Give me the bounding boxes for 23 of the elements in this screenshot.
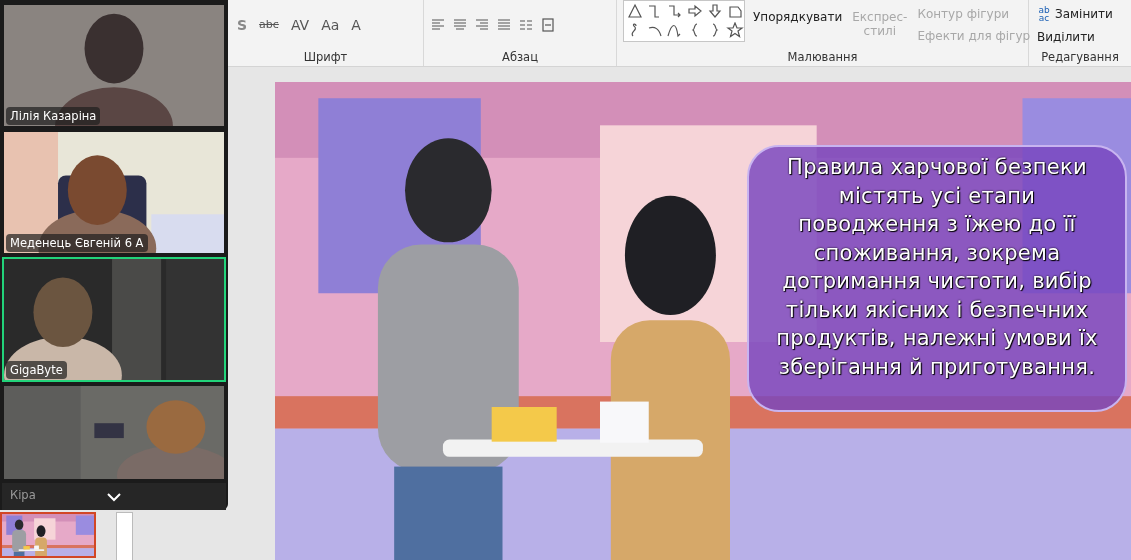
select-button[interactable]: Виділити <box>1035 28 1115 45</box>
group-label: Редагування <box>1040 49 1120 66</box>
group-label: Шрифт <box>302 49 349 66</box>
font-tool[interactable]: AV <box>287 16 313 33</box>
callout-icon[interactable] <box>726 3 744 19</box>
participant-name: Кіра <box>9 487 37 504</box>
participant-name: GigaByte <box>6 361 67 379</box>
slide-text-box[interactable]: Правила харчової безпеки містять усі етапи поводження з їжею до її споживання, зокрема дотримання чистоти, вибір тільки якісних і безпечних продуктів, належні умови їх зберігання й приготування. <box>747 145 1127 412</box>
triangle-icon[interactable] <box>626 3 644 19</box>
replace-icon: ab ac <box>1037 5 1051 22</box>
group-label: Малювання <box>786 49 859 66</box>
participant-name: Лілія Казаріна <box>6 107 101 125</box>
font-tool[interactable]: Aa <box>318 16 343 33</box>
arrow-right-icon[interactable] <box>686 3 704 19</box>
star-icon[interactable] <box>726 22 744 38</box>
participant-name: Меденець Євгеній 6 А <box>6 234 148 252</box>
text-align-icon[interactable] <box>540 16 556 33</box>
scrollbar[interactable] <box>116 512 133 560</box>
font-tool[interactable]: abc <box>256 18 282 31</box>
arrow-down-icon[interactable] <box>706 3 724 19</box>
arrange-button[interactable]: Упорядкувати <box>751 10 845 24</box>
group-label: Абзац <box>501 49 539 66</box>
font-tool[interactable]: A <box>348 16 364 33</box>
